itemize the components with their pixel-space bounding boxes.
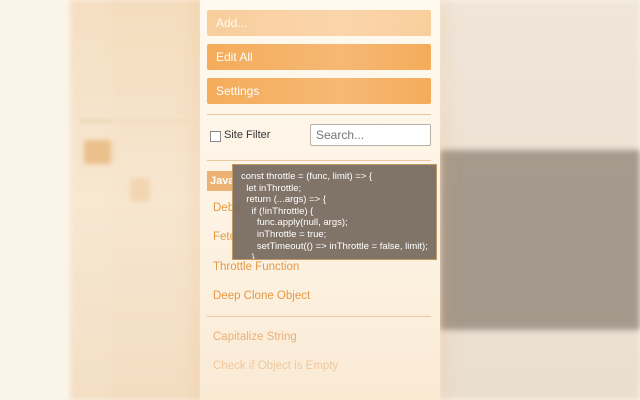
category-header[interactable]: Java: [207, 171, 234, 191]
edit-all-button[interactable]: Edit All: [207, 44, 431, 70]
snippet-item-throttle[interactable]: Throttle Function: [213, 261, 299, 273]
background-ghost-code: [440, 150, 640, 330]
filter-divider: [207, 160, 431, 161]
code-preview-text: const throttle = (func, limit) => { let …: [241, 171, 428, 260]
settings-button[interactable]: Settings: [207, 78, 431, 104]
menu-divider: [207, 114, 431, 115]
snippet-item-check-empty[interactable]: Check if Object is Empty: [213, 360, 338, 372]
code-preview-tooltip: const throttle = (func, limit) => { let …: [232, 164, 437, 260]
site-filter-label: Site Filter: [224, 129, 271, 141]
background-ghost-left-2: [110, 0, 200, 400]
filter-row: Site Filter: [209, 124, 433, 149]
snippet-item-deep-clone[interactable]: Deep Clone Object: [213, 290, 310, 302]
search-input[interactable]: [310, 124, 431, 146]
add-button[interactable]: Add...: [207, 10, 431, 36]
list-divider: [207, 316, 431, 317]
site-filter-checkbox[interactable]: [210, 131, 221, 142]
snippet-item-capitalize[interactable]: Capitalize String: [213, 331, 297, 343]
